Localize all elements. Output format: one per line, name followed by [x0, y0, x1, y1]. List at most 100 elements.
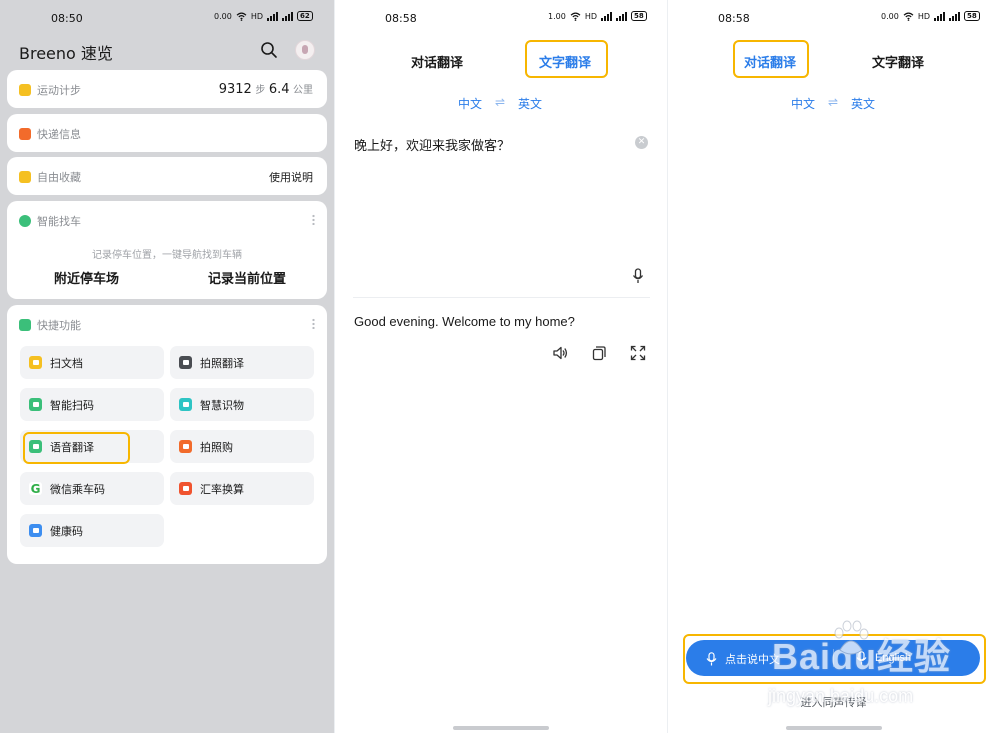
usage-guide-link[interactable]: 使用说明 — [269, 169, 313, 185]
swap-language-icon[interactable]: ⇌ — [828, 95, 838, 109]
speak-english-button[interactable]: English — [856, 651, 911, 665]
shortcut-label: 健康码 — [50, 524, 83, 538]
steps-unit: 步 — [255, 85, 266, 96]
shortcut-label: 语音翻译 — [50, 440, 94, 454]
lightning-icon — [19, 84, 31, 96]
shopping-camera-icon — [179, 440, 192, 453]
signal-icon — [601, 11, 612, 21]
nearby-parking-button[interactable]: 附近停车场 — [54, 268, 119, 287]
speak-english-label: English — [875, 652, 912, 664]
grid-icon — [19, 319, 31, 331]
shortcut-label: 智能扫码 — [50, 398, 94, 412]
fullscreen-icon[interactable] — [630, 345, 646, 361]
collect-card-header: 自由收藏 — [19, 169, 81, 185]
avatar[interactable] — [295, 40, 315, 60]
search-icon[interactable] — [260, 41, 278, 59]
shortcut-currency-exchange[interactable]: 汇率换算 — [170, 472, 314, 505]
record-location-button[interactable]: 记录当前位置 — [208, 268, 286, 287]
find-car-label: 智能找车 — [37, 215, 81, 228]
steps-distance: 6.4 — [268, 82, 290, 97]
shortcut-voice-translate[interactable]: 语音翻译 — [20, 430, 164, 463]
microphone-icon[interactable] — [631, 268, 645, 284]
shortcut-photo-translate[interactable]: 拍照翻译 — [170, 346, 314, 379]
home-indicator — [453, 726, 549, 730]
status-bar: 08:58 0.00 HD 58 — [668, 10, 1000, 28]
status-bar: 08:50 0.00 HD 62 — [0, 10, 334, 28]
signal-icon — [267, 11, 278, 21]
home-indicator — [786, 726, 882, 730]
more-icon[interactable] — [312, 214, 315, 225]
more-icon[interactable] — [312, 318, 315, 329]
shortcuts-header: 快捷功能 — [19, 317, 81, 333]
breeno-overview-panel: 08:50 0.00 HD 62 Breeno 速览 运动计步 9312 步 6… — [0, 0, 334, 733]
page-title: Breeno 速览 — [19, 44, 113, 63]
wifi-icon — [903, 12, 914, 21]
shortcut-object-recognition[interactable]: 智慧识物 — [170, 388, 314, 421]
status-bar: 08:58 1.00 HD 58 — [335, 10, 667, 28]
speak-chinese-button[interactable]: 点击说中文 — [706, 651, 780, 667]
signal-icon-2 — [282, 11, 293, 21]
speaker-icon[interactable] — [552, 345, 568, 361]
signal-icon-2 — [616, 11, 627, 21]
battery-icon: 58 — [964, 11, 980, 21]
shortcut-photo-shopping[interactable]: 拍照购 — [170, 430, 314, 463]
copy-icon[interactable] — [591, 345, 607, 361]
battery-icon: 58 — [631, 11, 647, 21]
shortcut-health-code[interactable]: 健康码 — [20, 514, 164, 547]
speak-chinese-label: 点击说中文 — [725, 653, 780, 666]
steps-card[interactable]: 运动计步 9312 步 6.4 公里 — [7, 70, 327, 108]
simultaneous-interpretation-link[interactable]: 进入同声传译 — [667, 694, 1000, 710]
bookmark-icon — [19, 171, 31, 183]
package-icon — [19, 128, 31, 140]
microphone-icon — [856, 651, 867, 665]
hd-badge: HD — [917, 11, 930, 21]
clear-icon[interactable]: ✕ — [635, 136, 648, 149]
swap-language-icon[interactable]: ⇌ — [495, 95, 505, 109]
text-translate-panel: 08:58 1.00 HD 58 对话翻译 文字翻译 中文 ⇌ 英文 晚上好，欢… — [334, 0, 667, 733]
shortcut-label: 扫文档 — [50, 356, 83, 370]
source-language-button[interactable]: 中文 — [458, 95, 482, 112]
tab-dialogue-translate[interactable]: 对话翻译 — [744, 52, 796, 71]
tab-dialogue-translate[interactable]: 对话翻译 — [411, 52, 463, 71]
status-icons: 0.00 HD 62 — [214, 11, 313, 21]
translation-result: Good evening. Welcome to my home? — [354, 314, 575, 329]
heart-icon — [29, 524, 42, 537]
express-card[interactable]: 快递信息 — [7, 114, 327, 152]
shortcut-label: 汇率换算 — [200, 482, 244, 496]
target-language-button[interactable]: 英文 — [518, 95, 542, 112]
tab-text-translate[interactable]: 文字翻译 — [872, 52, 924, 71]
express-card-header: 快递信息 — [19, 126, 81, 142]
divider — [833, 649, 834, 667]
shortcut-label: 拍照购 — [200, 440, 233, 454]
net-speed: 0.00 — [214, 11, 232, 21]
shortcut-wechat-transit[interactable]: G 微信乘车码 — [20, 472, 164, 505]
express-label: 快递信息 — [37, 128, 81, 141]
status-time: 08:58 — [718, 12, 750, 25]
source-language-button[interactable]: 中文 — [791, 95, 815, 112]
document-icon — [29, 356, 42, 369]
hd-badge: HD — [250, 11, 263, 21]
wechat-transit-icon: G — [29, 481, 42, 496]
shortcut-scan-document[interactable]: 扫文档 — [20, 346, 164, 379]
shortcut-label: 拍照翻译 — [200, 356, 244, 370]
wifi-icon — [236, 12, 247, 21]
find-car-header: 智能找车 — [19, 213, 81, 229]
status-icons: 0.00 HD 58 — [881, 11, 980, 21]
hd-badge: HD — [584, 11, 597, 21]
find-car-hint: 记录停车位置，一键导航找到车辆 — [92, 250, 242, 261]
source-text-input[interactable]: 晚上好，欢迎来我家做客？ — [354, 135, 510, 154]
microphone-icon — [706, 652, 717, 666]
net-speed: 0.00 — [881, 11, 899, 21]
collect-label: 自由收藏 — [37, 171, 81, 184]
dialogue-translate-panel: 08:58 0.00 HD 58 对话翻译 文字翻译 中文 ⇌ 英文 — [667, 0, 1000, 733]
shortcut-smart-scan[interactable]: 智能扫码 — [20, 388, 164, 421]
target-language-button[interactable]: 英文 — [851, 95, 875, 112]
shortcut-label: 智慧识物 — [200, 398, 244, 412]
divider — [353, 297, 650, 298]
signal-icon — [934, 11, 945, 21]
steps-card-header: 运动计步 — [19, 82, 81, 98]
collect-card[interactable]: 自由收藏 使用说明 — [7, 157, 327, 195]
exchange-icon — [179, 482, 192, 495]
find-car-card: 智能找车 记录停车位置，一键导航找到车辆 附近停车场 记录当前位置 — [7, 201, 327, 299]
tab-text-translate[interactable]: 文字翻译 — [539, 52, 591, 71]
